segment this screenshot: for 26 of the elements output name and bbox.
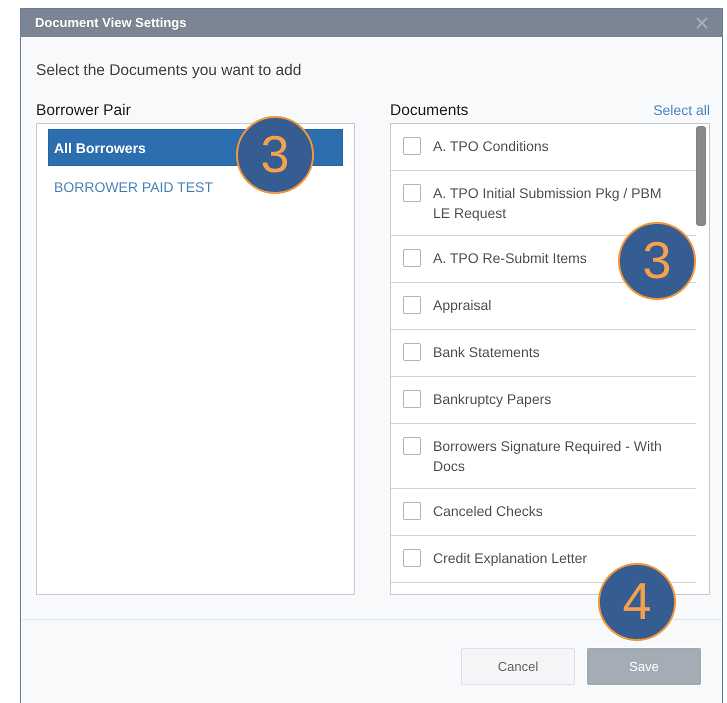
cancel-button[interactable]: Cancel	[461, 648, 575, 685]
document-label: Appraisal	[433, 296, 492, 316]
scrollbar-thumb[interactable]	[696, 126, 706, 226]
instruction-text: Select the Documents you want to add	[35, 61, 302, 81]
checkbox[interactable]	[403, 137, 421, 156]
checkbox[interactable]	[403, 390, 421, 408]
window-title: Document View Settings	[35, 14, 186, 32]
column-heading: Documents	[390, 100, 468, 121]
column-heading: Borrower Pair	[36, 100, 131, 121]
document-label: Bank Statements	[433, 343, 540, 362]
document-label: A. TPO Initial Submission Pkg / PBM LE Request	[433, 184, 662, 224]
close-icon[interactable]	[696, 17, 708, 29]
document-label: Canceled Checks	[433, 502, 543, 522]
checkbox[interactable]	[403, 343, 421, 362]
document-label: A. TPO Re-Submit Items	[433, 249, 587, 268]
document-label: Credit Explanation Letter	[433, 549, 588, 568]
checkbox[interactable]	[403, 296, 421, 314]
checkbox[interactable]	[403, 502, 421, 520]
document-label: Bankruptcy Papers	[433, 390, 552, 410]
checkbox[interactable]	[403, 437, 421, 456]
document-label: A. TPO Conditions	[433, 137, 549, 156]
select-all-link[interactable]: Select all	[653, 100, 710, 121]
checkbox[interactable]	[403, 249, 421, 268]
checkbox[interactable]	[403, 184, 421, 202]
checkbox[interactable]	[403, 549, 421, 568]
document-label: Borrowers Signature Required - With Docs	[433, 437, 663, 476]
